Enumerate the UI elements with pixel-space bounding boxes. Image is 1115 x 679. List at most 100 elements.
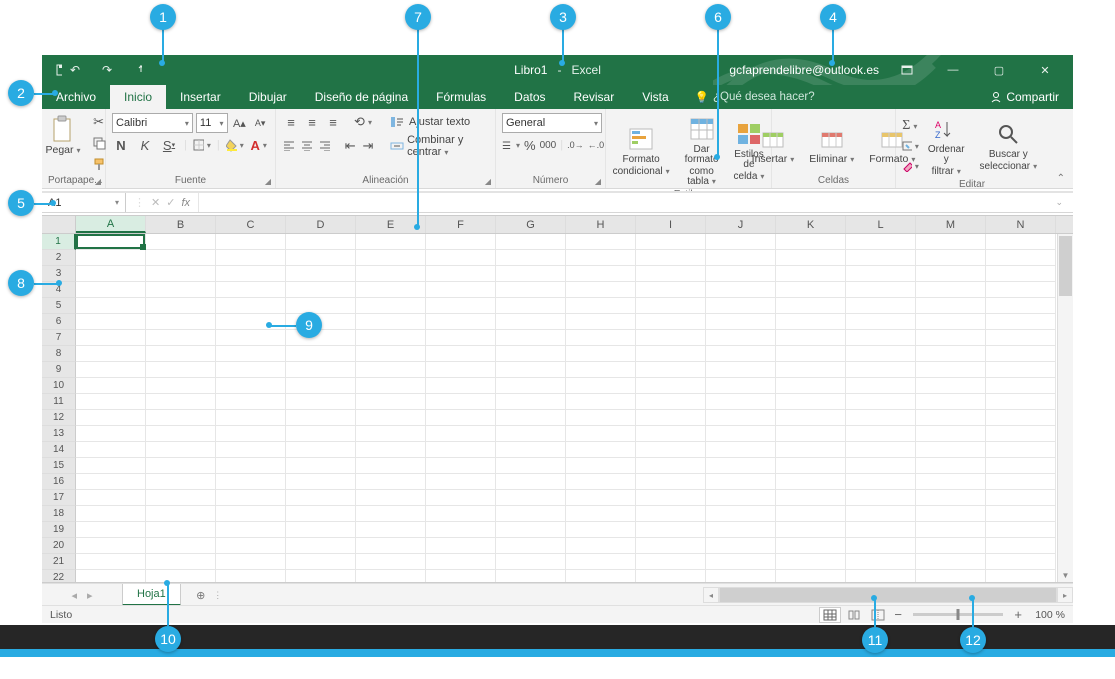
bold-button[interactable]: N [112, 136, 130, 154]
cell[interactable] [846, 426, 916, 442]
cell[interactable] [286, 250, 356, 266]
cell[interactable] [846, 410, 916, 426]
cell[interactable] [706, 458, 776, 474]
cell[interactable] [776, 266, 846, 282]
cell[interactable] [846, 522, 916, 538]
autosum-icon[interactable]: Σ [901, 117, 919, 135]
cell[interactable] [846, 234, 916, 250]
cell[interactable] [496, 474, 566, 490]
column-header-f[interactable]: F [426, 216, 496, 233]
cell[interactable] [496, 282, 566, 298]
cell[interactable] [986, 458, 1056, 474]
column-header-j[interactable]: J [706, 216, 776, 233]
align-center-icon[interactable] [300, 137, 315, 155]
redo-icon[interactable]: ↷ [100, 63, 114, 77]
maximize-button[interactable]: ▢ [981, 55, 1017, 85]
cell[interactable] [356, 426, 426, 442]
cell[interactable] [286, 490, 356, 506]
share-button[interactable]: Compartir [976, 85, 1073, 109]
tab-datos[interactable]: Datos [500, 85, 559, 109]
cell[interactable] [916, 266, 986, 282]
row-header[interactable]: 11 [42, 394, 76, 410]
cell[interactable] [496, 298, 566, 314]
row-header[interactable]: 17 [42, 490, 76, 506]
cell[interactable] [496, 314, 566, 330]
increase-font-icon[interactable]: A▴ [231, 114, 249, 132]
row-header[interactable]: 15 [42, 458, 76, 474]
cell[interactable] [636, 330, 706, 346]
cell[interactable] [356, 234, 426, 250]
tab-diseno-pagina[interactable]: Diseño de página [301, 85, 422, 109]
cell[interactable] [426, 570, 496, 582]
cell[interactable] [706, 538, 776, 554]
cell[interactable] [356, 314, 426, 330]
number-dialog-launcher[interactable]: ◢ [593, 176, 603, 186]
cell[interactable] [356, 378, 426, 394]
column-header-l[interactable]: L [846, 216, 916, 233]
cell[interactable] [706, 250, 776, 266]
cell[interactable] [846, 538, 916, 554]
cell[interactable] [986, 570, 1056, 582]
cell[interactable] [846, 298, 916, 314]
cell[interactable] [776, 474, 846, 490]
cell[interactable] [146, 554, 216, 570]
cell[interactable] [146, 298, 216, 314]
cell[interactable] [776, 490, 846, 506]
cell[interactable] [356, 394, 426, 410]
align-bottom-icon[interactable]: ≡ [324, 113, 342, 131]
cell[interactable] [566, 266, 636, 282]
cell[interactable] [916, 394, 986, 410]
cell[interactable] [426, 314, 496, 330]
fx-icon[interactable]: fx [181, 197, 190, 209]
name-box-dropdown-icon[interactable]: ▾ [115, 198, 119, 207]
cell[interactable] [146, 442, 216, 458]
cell[interactable] [496, 490, 566, 506]
ribbon-display-options-icon[interactable] [889, 55, 925, 85]
cell[interactable] [846, 394, 916, 410]
tab-insertar[interactable]: Insertar [166, 85, 235, 109]
merge-center-button[interactable]: Combinar y centrar [407, 134, 489, 158]
cell[interactable] [426, 330, 496, 346]
cell[interactable] [76, 554, 146, 570]
cell[interactable] [566, 250, 636, 266]
formula-bar[interactable]: ⌄ [199, 193, 1073, 212]
cell[interactable] [986, 266, 1056, 282]
cell[interactable] [776, 522, 846, 538]
cell[interactable] [566, 346, 636, 362]
row-header[interactable]: 12 [42, 410, 76, 426]
cell[interactable] [496, 570, 566, 582]
page-break-view-button[interactable] [867, 607, 889, 623]
cell[interactable] [356, 266, 426, 282]
cell[interactable] [566, 570, 636, 582]
cell[interactable] [706, 346, 776, 362]
clipboard-dialog-launcher[interactable]: ◢ [93, 176, 103, 186]
italic-button[interactable]: K [136, 136, 154, 154]
cell[interactable] [496, 522, 566, 538]
cell[interactable] [916, 298, 986, 314]
cell[interactable] [496, 506, 566, 522]
cell[interactable] [636, 538, 706, 554]
decrease-decimal-icon[interactable]: ←.0 [588, 136, 605, 154]
cell[interactable] [916, 506, 986, 522]
cell[interactable] [566, 506, 636, 522]
fill-icon[interactable] [901, 137, 919, 155]
close-button[interactable]: ✕ [1027, 55, 1063, 85]
cell[interactable] [496, 234, 566, 250]
vertical-scrollbar[interactable]: ▲ ▼ [1057, 234, 1073, 582]
cell[interactable] [986, 490, 1056, 506]
cell[interactable] [706, 426, 776, 442]
cell[interactable] [706, 314, 776, 330]
cell[interactable] [286, 346, 356, 362]
orientation-icon[interactable]: ⟲ [354, 113, 372, 131]
cell[interactable] [776, 362, 846, 378]
cell[interactable] [356, 474, 426, 490]
paste-button[interactable]: Pegar [39, 113, 86, 158]
cell[interactable] [636, 234, 706, 250]
touch-mode-icon[interactable] [132, 63, 146, 77]
cell[interactable] [636, 570, 706, 582]
row-header[interactable]: 10 [42, 378, 76, 394]
cell[interactable] [76, 346, 146, 362]
row-header[interactable]: 20 [42, 538, 76, 554]
column-header-n[interactable]: N [986, 216, 1056, 233]
number-format-combo[interactable]: General▾ [502, 113, 602, 133]
